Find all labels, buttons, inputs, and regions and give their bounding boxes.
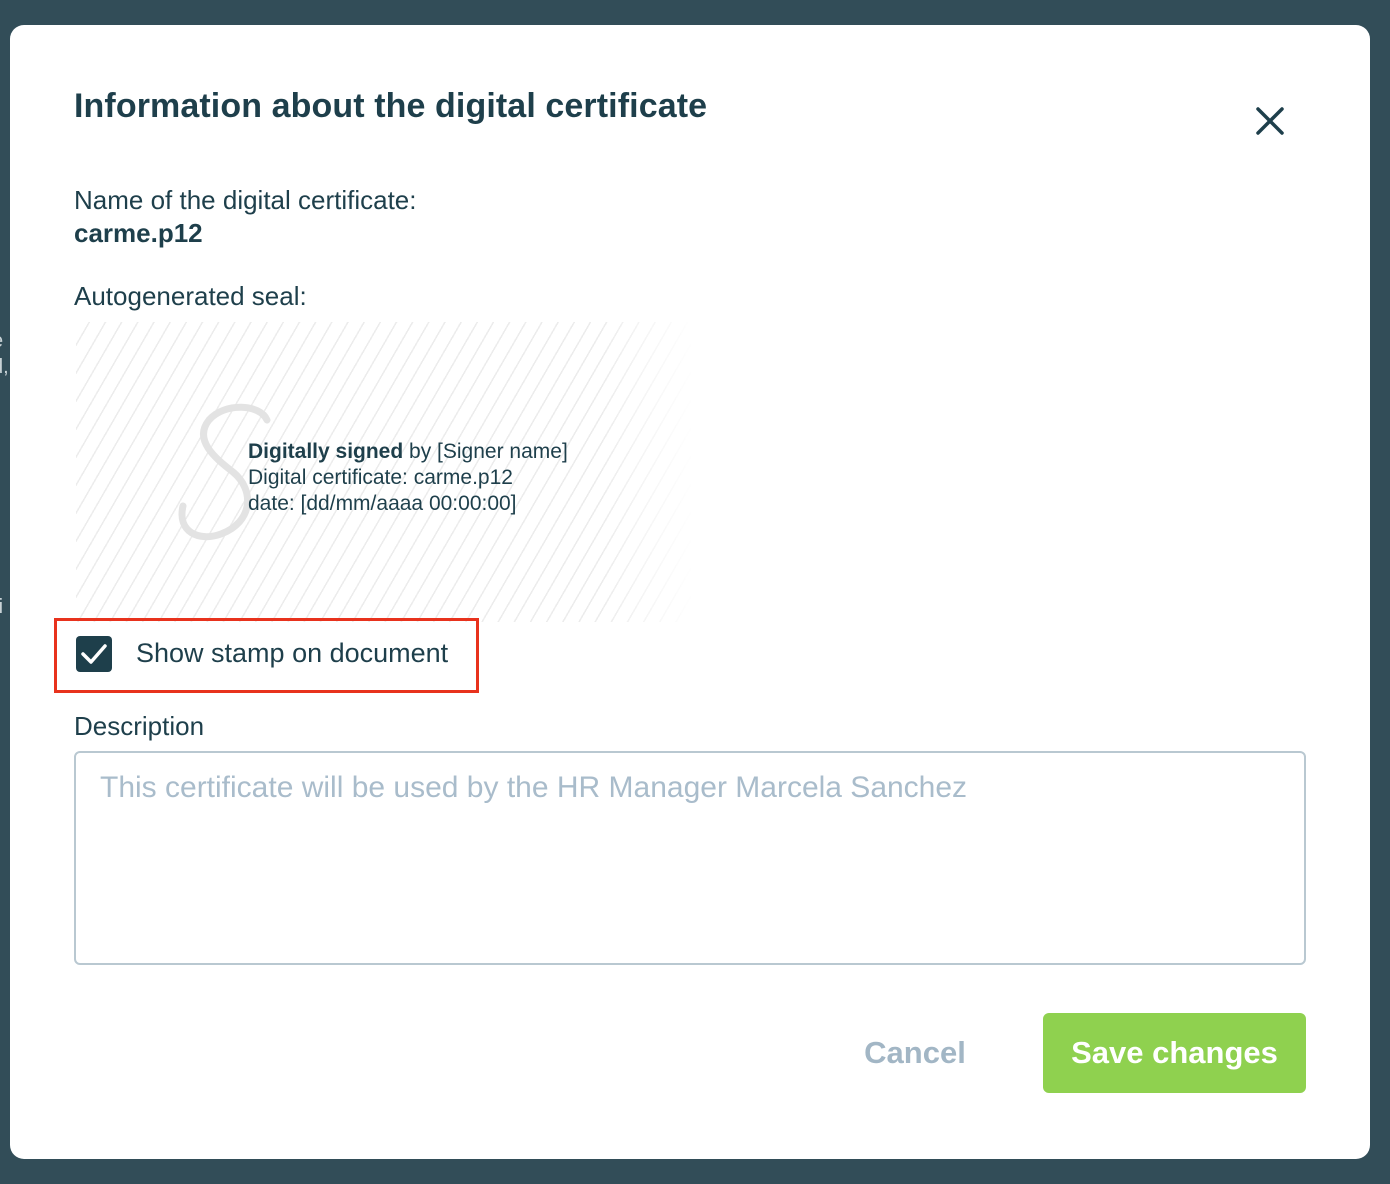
- background-text-fragment: e: [0, 330, 3, 353]
- seal-certificate-line: Digital certificate: carme.p12: [248, 466, 513, 489]
- show-stamp-label[interactable]: Show stamp on document: [136, 638, 448, 669]
- description-textarea[interactable]: [74, 751, 1306, 965]
- certificate-name-label: Name of the digital certificate:: [74, 185, 417, 215]
- background-text-fragment: ri: [0, 596, 4, 618]
- seal-preview-text: Digitally signed by [Signer name] Digita…: [248, 439, 568, 517]
- save-changes-button[interactable]: Save changes: [1043, 1013, 1306, 1093]
- seal-signed-line: Digitally signed by [Signer name]: [248, 439, 568, 465]
- description-label: Description: [74, 711, 205, 741]
- seal-signed-rest: by [Signer name]: [403, 440, 568, 463]
- certificate-name-value: carme.p12: [74, 218, 203, 248]
- seal-date-line: date: [dd/mm/aaaa 00:00:00]: [248, 492, 517, 515]
- certificate-info-modal: Information about the digital certificat…: [10, 25, 1370, 1159]
- close-button[interactable]: [1250, 101, 1290, 141]
- modal-title: Information about the digital certificat…: [74, 87, 708, 125]
- show-stamp-checkbox[interactable]: [76, 636, 112, 672]
- checkmark-icon: [81, 644, 107, 664]
- seal-signed-bold: Digitally signed: [248, 440, 404, 463]
- seal-label: Autogenerated seal:: [74, 281, 307, 311]
- background-page-fragments: , e d, ri: [0, 0, 10, 1184]
- cancel-button[interactable]: Cancel: [830, 1013, 1000, 1093]
- close-icon: [1256, 107, 1284, 135]
- background-text-fragment: d,: [0, 356, 9, 378]
